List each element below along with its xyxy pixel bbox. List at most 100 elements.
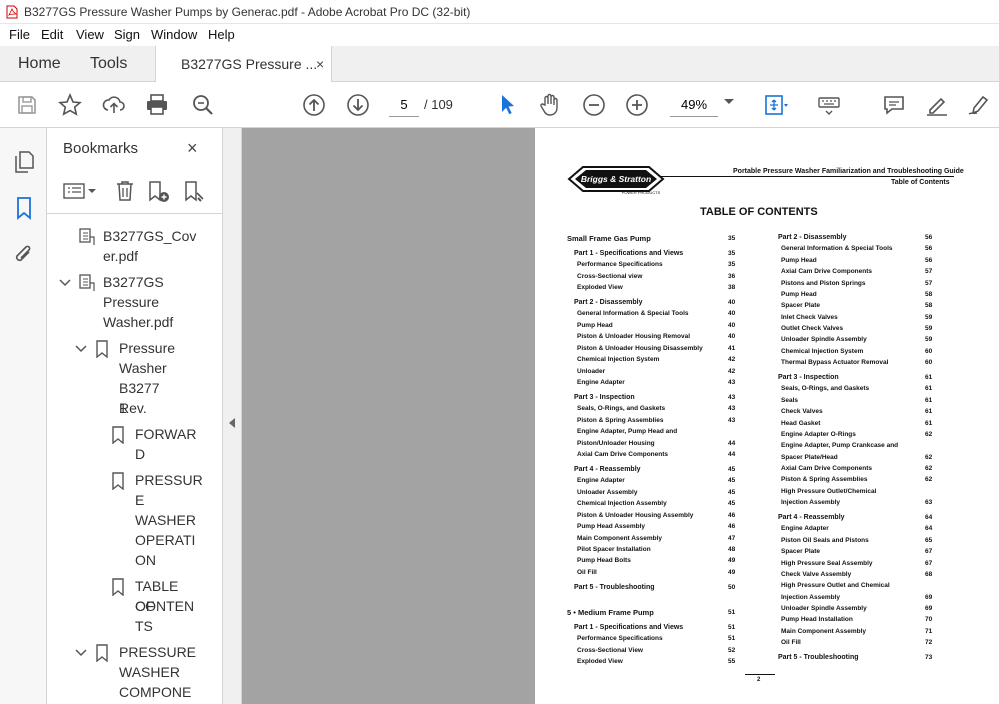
toc-entry-title[interactable]: Seals	[781, 397, 798, 405]
toc-entry-title[interactable]: 5 • Medium Frame Pump	[567, 608, 654, 617]
hand-tool-icon[interactable]	[537, 92, 563, 118]
share-upload-icon[interactable]	[101, 92, 127, 118]
toc-entry-title[interactable]: Part 2 - Disassembly	[778, 234, 846, 242]
toc-entry-title[interactable]: Performance Specifications	[577, 635, 663, 643]
comment-icon[interactable]	[881, 92, 907, 118]
bookmark-panel-icon[interactable]	[15, 196, 33, 220]
toc-entry-title[interactable]: High Pressure Seal Assembly	[781, 560, 873, 568]
toc-entry-title[interactable]: Unloader	[577, 368, 605, 376]
collapse-arrow-icon[interactable]	[229, 418, 235, 428]
toc-entry-title[interactable]: Unloader Spindle Assembly	[781, 605, 867, 613]
zoom-level-input[interactable]	[670, 93, 718, 117]
menu-window[interactable]: Window	[151, 27, 197, 42]
close-panel-icon[interactable]: ×	[187, 138, 198, 159]
menu-view[interactable]: View	[76, 27, 104, 42]
toc-entry-title[interactable]: Oil Fill	[781, 639, 801, 647]
toc-entry-title[interactable]: Spacer Plate/Head	[781, 454, 838, 462]
panel-collapse-strip[interactable]	[223, 128, 242, 704]
toc-entry-title[interactable]: Engine Adapter, Pump Crankcase and	[781, 442, 898, 450]
toc-entry-title[interactable]: High Pressure Outlet/Chemical	[781, 488, 876, 496]
toc-entry-title[interactable]: Engine Adapter	[781, 525, 829, 533]
toc-entry-title[interactable]: Axial Cam Drive Components	[781, 268, 872, 276]
toc-entry-title[interactable]: Unloader Spindle Assembly	[781, 336, 867, 344]
toc-entry-title[interactable]: Cross-Sectional View	[577, 647, 643, 655]
toc-entry-title[interactable]: Injection Assembly	[781, 594, 840, 602]
toc-entry-title[interactable]: Engine Adapter O-Rings	[781, 431, 856, 439]
toc-entry-title[interactable]: High Pressure Outlet and Chemical	[781, 582, 890, 590]
toc-entry-title[interactable]: Cross-Sectional view	[577, 273, 642, 281]
chevron-down-icon[interactable]	[59, 278, 71, 288]
toc-entry-title[interactable]: Part 5 - Troubleshooting	[574, 584, 655, 592]
fit-page-icon[interactable]	[762, 92, 788, 118]
toc-entry-title[interactable]: Chemical Injection System	[577, 356, 659, 364]
toc-entry-title[interactable]: Spacer Plate	[781, 548, 820, 556]
toc-entry-title[interactable]: Engine Adapter, Pump Head and	[577, 428, 677, 436]
tab-tools[interactable]: Tools	[90, 46, 127, 82]
toc-entry-title[interactable]: Piston & Spring Assemblies	[781, 476, 867, 484]
find-bookmark-icon[interactable]	[183, 180, 207, 204]
menu-file[interactable]: File	[9, 27, 30, 42]
select-cursor-icon[interactable]	[494, 92, 520, 118]
toc-entry-title[interactable]: Pump Head Assembly	[577, 523, 645, 531]
keyboard-icon[interactable]	[816, 92, 842, 118]
toc-entry-title[interactable]: Inlet Check Valves	[781, 314, 838, 322]
next-page-icon[interactable]	[345, 92, 371, 118]
toc-entry-title[interactable]: Axial Cam Drive Components	[781, 465, 872, 473]
attachment-icon[interactable]	[13, 243, 35, 267]
menu-edit[interactable]: Edit	[41, 27, 63, 42]
tab-home[interactable]: Home	[18, 46, 61, 82]
bookmark-options-icon[interactable]	[63, 182, 97, 200]
toc-entry-title[interactable]: Pump Head	[781, 291, 817, 299]
toc-entry-title[interactable]: Spacer Plate	[781, 302, 820, 310]
zoom-out-icon[interactable]	[581, 92, 607, 118]
toc-entry-title[interactable]: Pistons and Piston Springs	[781, 280, 866, 288]
page-thumbnails-icon[interactable]	[13, 150, 35, 174]
toc-entry-title[interactable]: Pump Head	[577, 322, 613, 330]
toc-entry-title[interactable]: Engine Adapter	[577, 477, 625, 485]
chevron-down-icon[interactable]	[75, 344, 87, 354]
toc-entry-title[interactable]: Axial Cam Drive Components	[577, 451, 668, 459]
toc-entry-title[interactable]: Piston & Unloader Housing Assembly	[577, 512, 693, 520]
toc-entry-title[interactable]: Performance Specifications	[577, 261, 663, 269]
toc-entry-title[interactable]: Check Valve Assembly	[781, 571, 851, 579]
previous-page-icon[interactable]	[301, 92, 327, 118]
toc-entry-title[interactable]: Part 1 - Specifications and Views	[574, 250, 683, 258]
menu-sign[interactable]: Sign	[114, 27, 140, 42]
toc-entry-title[interactable]: Pump Head Installation	[781, 616, 853, 624]
toc-entry-title[interactable]: Piston Oil Seals and Pistons	[781, 537, 869, 545]
print-icon[interactable]	[144, 92, 170, 118]
toc-entry-title[interactable]: Oil Fill	[577, 569, 597, 577]
zoom-search-icon[interactable]	[190, 92, 216, 118]
save-icon[interactable]	[14, 92, 40, 118]
toc-entry-title[interactable]: Thermal Bypass Actuator Removal	[781, 359, 888, 367]
toc-entry-title[interactable]: Part 3 - Inspection	[778, 374, 839, 382]
zoom-in-icon[interactable]	[624, 92, 650, 118]
toc-entry-title[interactable]: Main Component Assembly	[577, 535, 662, 543]
toc-entry-title[interactable]: Pump Head Bolts	[577, 557, 631, 565]
highlight-pen-icon[interactable]	[924, 92, 950, 118]
delete-bookmark-icon[interactable]	[115, 180, 135, 202]
tab-document[interactable]: B3277GS Pressure ... ×	[155, 46, 332, 83]
toc-entry-title[interactable]: General Information & Special Tools	[781, 245, 892, 253]
toc-entry-title[interactable]: Main Component Assembly	[781, 628, 866, 636]
toc-entry-title[interactable]: Piston & Unloader Housing Removal	[577, 333, 690, 341]
toc-entry-title[interactable]: Exploded View	[577, 658, 623, 666]
toc-entry-title[interactable]: Check Valves	[781, 408, 823, 416]
page-number-input[interactable]	[389, 93, 419, 117]
toc-entry-title[interactable]: General Information & Special Tools	[577, 310, 688, 318]
toc-entry-title[interactable]: Small Frame Gas Pump	[567, 235, 651, 243]
toc-entry-title[interactable]: Head Gasket	[781, 420, 820, 428]
menu-help[interactable]: Help	[208, 27, 235, 42]
toc-entry-title[interactable]: Pump Head	[781, 257, 817, 265]
toc-entry-title[interactable]: Seals, O-Rings, and Gaskets	[577, 405, 665, 413]
toc-entry-title[interactable]: Chemical Injection System	[781, 348, 863, 356]
toc-entry-title[interactable]: Unloader Assembly	[577, 489, 637, 497]
toc-entry-title[interactable]: Injection Assembly	[781, 499, 840, 507]
toc-entry-title[interactable]: Piston & Spring Assemblies	[577, 417, 663, 425]
toc-entry-title[interactable]: Exploded View	[577, 284, 623, 292]
chevron-down-icon[interactable]	[75, 648, 87, 658]
toc-entry-title[interactable]: Engine Adapter	[577, 379, 625, 387]
toc-entry-title[interactable]: Part 3 - Inspection	[574, 394, 635, 402]
star-icon[interactable]	[57, 92, 83, 118]
toc-entry-title[interactable]: Part 5 - Troubleshooting	[778, 654, 859, 662]
